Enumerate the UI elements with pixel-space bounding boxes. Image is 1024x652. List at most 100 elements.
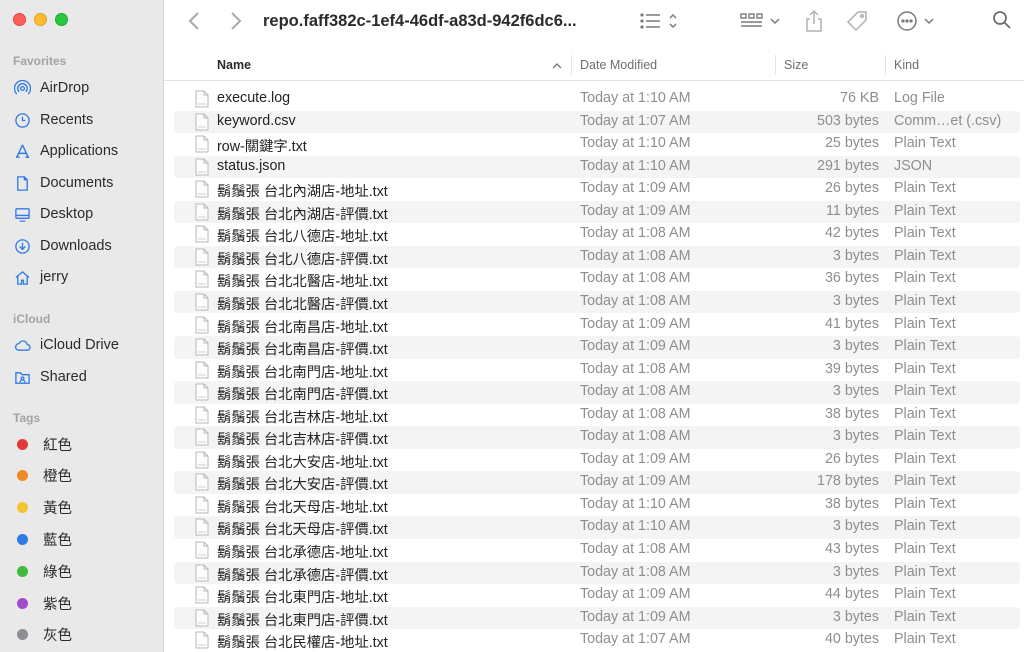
view-list-button[interactable] bbox=[640, 12, 678, 30]
sidebar-item-airdrop[interactable]: AirDrop bbox=[13, 75, 153, 101]
zoom-window-button[interactable] bbox=[55, 13, 68, 26]
file-name: 鬍鬚張 台北東門店-評價.txt bbox=[217, 612, 388, 629]
file-row[interactable]: 鬍鬚張 台北內湖店-地址.txt Today at 1:09 AM 26 bytes… bbox=[174, 178, 1020, 201]
file-size: 39 bytes bbox=[824, 360, 879, 377]
tag-color-dot-icon bbox=[17, 629, 28, 641]
file-name: 鬍鬚張 台北承德店-評價.txt bbox=[217, 567, 388, 584]
file-date-modified: Today at 1:08 AM bbox=[580, 247, 691, 264]
file-row[interactable]: 鬍鬚張 台北天母店-評價.txt Today at 1:10 AM 3 bytes P… bbox=[174, 516, 1020, 539]
file-date-modified: Today at 1:09 AM bbox=[580, 338, 691, 355]
sort-ascending-icon[interactable] bbox=[552, 62, 562, 69]
sidebar-tag[interactable]: 橙色 bbox=[13, 463, 153, 489]
sidebar-item-recents[interactable]: Recents bbox=[13, 107, 153, 133]
column-divider[interactable] bbox=[775, 55, 776, 75]
file-row[interactable]: 鬍鬚張 台北大安店-評價.txt Today at 1:09 AM 178 byte… bbox=[174, 471, 1020, 494]
sidebar-item-desktop[interactable]: Desktop bbox=[13, 201, 153, 227]
document-icon bbox=[13, 174, 31, 192]
file-row[interactable]: 鬍鬚張 台北天母店-地址.txt Today at 1:10 AM 38 bytes… bbox=[174, 494, 1020, 517]
sidebar-item-downloads[interactable]: Downloads bbox=[13, 233, 153, 259]
file-row[interactable]: keyword.csv Today at 1:07 AM 503 bytes Comm… bbox=[174, 110, 1020, 134]
file-row[interactable]: execute.log Today at 1:10 AM 76 KB Log File bbox=[174, 88, 1020, 111]
file-kind: Plain Text bbox=[894, 202, 956, 219]
file-row[interactable]: 鬍鬚張 台北八德店-地址.txt Today at 1:08 AM 42 bytes… bbox=[174, 223, 1020, 246]
file-row[interactable]: 鬍鬚張 台北八德店-評價.txt Today at 1:08 AM 3 bytes P… bbox=[174, 245, 1020, 269]
file-kind: Log File bbox=[894, 90, 945, 106]
window-title: repo.faff382c-1ef4-46df-a83d-942f6dc6... bbox=[263, 12, 577, 30]
file-row[interactable]: 鬍鬚張 台北南門店-地址.txt Today at 1:08 AM 39 bytes… bbox=[174, 359, 1020, 382]
file-icon bbox=[195, 113, 209, 131]
file-kind: Plain Text bbox=[894, 495, 956, 512]
file-size: 291 bytes bbox=[817, 157, 879, 174]
file-icon bbox=[195, 293, 209, 311]
sidebar-item-applications[interactable]: Applications bbox=[13, 138, 153, 164]
file-icon bbox=[195, 338, 209, 356]
file-date-modified: Today at 1:10 AM bbox=[580, 135, 691, 152]
file-date-modified: Today at 1:08 AM bbox=[580, 405, 691, 422]
sidebar-item-label: Desktop bbox=[40, 206, 94, 222]
chevron-updown-icon bbox=[669, 13, 677, 29]
file-row[interactable]: 鬍鬚張 台北內湖店-評價.txt Today at 1:09 AM 11 bytes… bbox=[174, 200, 1020, 224]
forward-button[interactable] bbox=[230, 11, 242, 31]
minimize-window-button[interactable] bbox=[34, 13, 47, 26]
sidebar-item-documents[interactable]: Documents bbox=[13, 170, 153, 196]
sidebar-tag[interactable]: 紅色 bbox=[13, 431, 153, 457]
sidebar-item-icloud-drive[interactable]: iCloud Drive bbox=[13, 332, 153, 358]
file-row[interactable]: 鬍鬚張 台北承德店-評價.txt Today at 1:08 AM 3 bytes P… bbox=[174, 561, 1020, 585]
sidebar-tag[interactable]: 黃色 bbox=[13, 495, 153, 521]
file-size: 3 bytes bbox=[832, 247, 879, 264]
sidebar-tag[interactable]: 藍色 bbox=[13, 526, 153, 552]
column-size-header[interactable]: Size bbox=[784, 58, 808, 72]
file-row[interactable]: 鬍鬚張 台北北醫店-評價.txt Today at 1:08 AM 3 bytes P… bbox=[174, 290, 1020, 314]
file-row[interactable]: 鬍鬚張 台北南門店-評價.txt Today at 1:08 AM 3 bytes P… bbox=[174, 381, 1020, 404]
file-row[interactable]: 鬍鬚張 台北大安店-地址.txt Today at 1:09 AM 26 bytes… bbox=[174, 449, 1020, 472]
tag-button[interactable] bbox=[846, 10, 868, 32]
column-divider[interactable] bbox=[571, 55, 572, 75]
share-button[interactable] bbox=[804, 9, 824, 33]
file-kind: Plain Text bbox=[894, 428, 956, 445]
file-row[interactable]: 鬍鬚張 台北民權店-地址.txt Today at 1:07 AM 40 bytes… bbox=[174, 629, 1020, 652]
file-icon bbox=[195, 518, 209, 536]
file-row[interactable]: 鬍鬚張 台北南昌店-評價.txt Today at 1:09 AM 3 bytes P… bbox=[174, 336, 1020, 359]
sidebar-item-label: Applications bbox=[40, 143, 119, 159]
column-name-header[interactable]: Name bbox=[217, 58, 251, 72]
file-date-modified: Today at 1:08 AM bbox=[580, 541, 691, 557]
file-row[interactable]: 鬍鬚張 台北北醫店-地址.txt Today at 1:08 AM 36 bytes… bbox=[174, 268, 1020, 291]
tag-color-dot-icon bbox=[17, 438, 28, 450]
file-kind: Plain Text bbox=[894, 518, 956, 535]
download-icon bbox=[13, 237, 31, 255]
more-actions-button[interactable] bbox=[896, 10, 934, 32]
column-divider[interactable] bbox=[885, 55, 886, 75]
file-icon bbox=[195, 248, 209, 266]
search-button[interactable] bbox=[992, 10, 1012, 30]
sidebar-item-shared[interactable]: Shared bbox=[13, 364, 153, 390]
column-kind-header[interactable]: Kind bbox=[894, 58, 919, 72]
file-size: 40 bytes bbox=[824, 631, 879, 648]
file-row[interactable]: status.json Today at 1:10 AM 291 bytes JSON bbox=[174, 155, 1020, 179]
clock-icon bbox=[13, 111, 31, 129]
file-row[interactable]: 鬍鬚張 台北東門店-評價.txt Today at 1:09 AM 3 bytes P… bbox=[174, 606, 1020, 630]
file-date-modified: Today at 1:08 AM bbox=[580, 428, 691, 445]
file-row[interactable]: row-關鍵字.txt Today at 1:10 AM 25 bytes Plain… bbox=[174, 133, 1020, 156]
sidebar-item-label: Downloads bbox=[40, 238, 112, 254]
sidebar-item-jerry[interactable]: jerry bbox=[13, 264, 153, 290]
file-size: 178 bytes bbox=[817, 473, 879, 490]
file-row[interactable]: 鬍鬚張 台北吉林店-評價.txt Today at 1:08 AM 3 bytes P… bbox=[174, 426, 1020, 449]
file-icon bbox=[195, 496, 209, 514]
sidebar-tag[interactable]: 紫色 bbox=[13, 590, 153, 616]
airdrop-icon bbox=[13, 79, 31, 97]
column-date-header[interactable]: Date Modified bbox=[580, 58, 657, 72]
file-name: 鬍鬚張 台北內湖店-評價.txt bbox=[217, 206, 388, 223]
sidebar-tag[interactable]: 綠色 bbox=[13, 558, 153, 584]
back-button[interactable] bbox=[188, 11, 200, 31]
list-view-icon bbox=[640, 13, 660, 29]
file-kind: Plain Text bbox=[894, 383, 956, 400]
file-list: execute.log Today at 1:10 AM 76 KB Log File… bbox=[164, 88, 1024, 652]
group-button[interactable] bbox=[740, 12, 780, 30]
chevron-down-icon bbox=[924, 18, 934, 25]
file-row[interactable]: 鬍鬚張 台北吉林店-地址.txt Today at 1:08 AM 38 bytes… bbox=[174, 404, 1020, 427]
file-row[interactable]: 鬍鬚張 台北東門店-地址.txt Today at 1:09 AM 44 bytes… bbox=[174, 584, 1020, 607]
file-row[interactable]: 鬍鬚張 台北南昌店-地址.txt Today at 1:09 AM 41 bytes… bbox=[174, 314, 1020, 337]
file-row[interactable]: 鬍鬚張 台北承德店-地址.txt Today at 1:08 AM 43 bytes… bbox=[174, 539, 1020, 562]
close-window-button[interactable] bbox=[13, 13, 26, 26]
sidebar-tag[interactable]: 灰色 bbox=[13, 622, 153, 648]
